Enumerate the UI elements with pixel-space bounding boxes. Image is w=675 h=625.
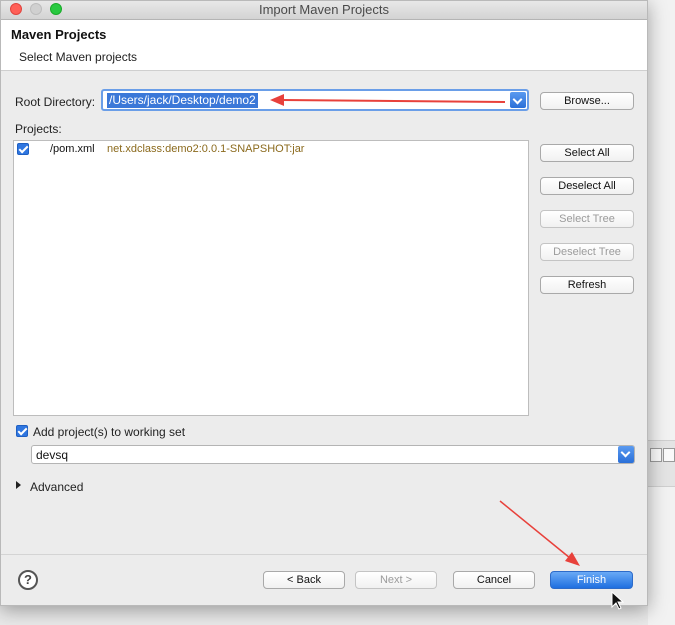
- disclosure-triangle-icon[interactable]: [16, 481, 21, 489]
- next-button[interactable]: Next >: [355, 571, 437, 589]
- wizard-title: Maven Projects: [11, 27, 107, 42]
- select-tree-button[interactable]: Select Tree: [540, 210, 634, 228]
- chevron-down-icon[interactable]: [618, 446, 634, 463]
- title-bar: Import Maven Projects: [1, 1, 647, 20]
- finish-button[interactable]: Finish: [550, 571, 633, 589]
- help-icon[interactable]: ?: [18, 570, 38, 590]
- working-set-label[interactable]: Add project(s) to working set: [33, 425, 185, 439]
- root-directory-combo[interactable]: /Users/jack/Desktop/demo2: [101, 89, 529, 111]
- deselect-tree-button[interactable]: Deselect Tree: [540, 243, 634, 261]
- projects-label: Projects:: [15, 122, 62, 136]
- chevron-down-icon[interactable]: [510, 92, 526, 108]
- working-set-checkbox[interactable]: [16, 425, 28, 437]
- back-button[interactable]: < Back: [263, 571, 345, 589]
- deselect-all-button[interactable]: Deselect All: [540, 177, 634, 195]
- wizard-header: Maven Projects Select Maven projects: [1, 20, 647, 71]
- root-directory-label: Root Directory:: [15, 95, 96, 109]
- checkbox-icon[interactable]: [17, 143, 29, 155]
- working-set-value: devsq: [36, 448, 69, 462]
- wizard-subtitle: Select Maven projects: [19, 50, 138, 64]
- projects-tree[interactable]: /pom.xml net.xdclass:demo2:0.0.1-SNAPSHO…: [13, 140, 529, 416]
- import-maven-dialog: Import Maven Projects Maven Projects Sel…: [0, 0, 648, 606]
- browse-button[interactable]: Browse...: [540, 92, 634, 110]
- window-title: Import Maven Projects: [258, 2, 390, 17]
- project-path[interactable]: /pom.xml: [50, 143, 95, 155]
- refresh-button[interactable]: Refresh: [540, 276, 634, 294]
- select-all-button[interactable]: Select All: [540, 144, 634, 162]
- background-tool-icon: [663, 448, 675, 462]
- advanced-toggle[interactable]: Advanced: [30, 480, 83, 494]
- footer-divider: [1, 554, 647, 555]
- project-artifact: net.xdclass:demo2:0.0.1-SNAPSHOT:jar: [107, 143, 305, 155]
- background-app: [648, 0, 675, 625]
- working-set-select[interactable]: devsq: [31, 445, 635, 464]
- root-directory-value[interactable]: /Users/jack/Desktop/demo2: [107, 93, 258, 108]
- background-tool-icon: [650, 448, 662, 462]
- cancel-button[interactable]: Cancel: [453, 571, 535, 589]
